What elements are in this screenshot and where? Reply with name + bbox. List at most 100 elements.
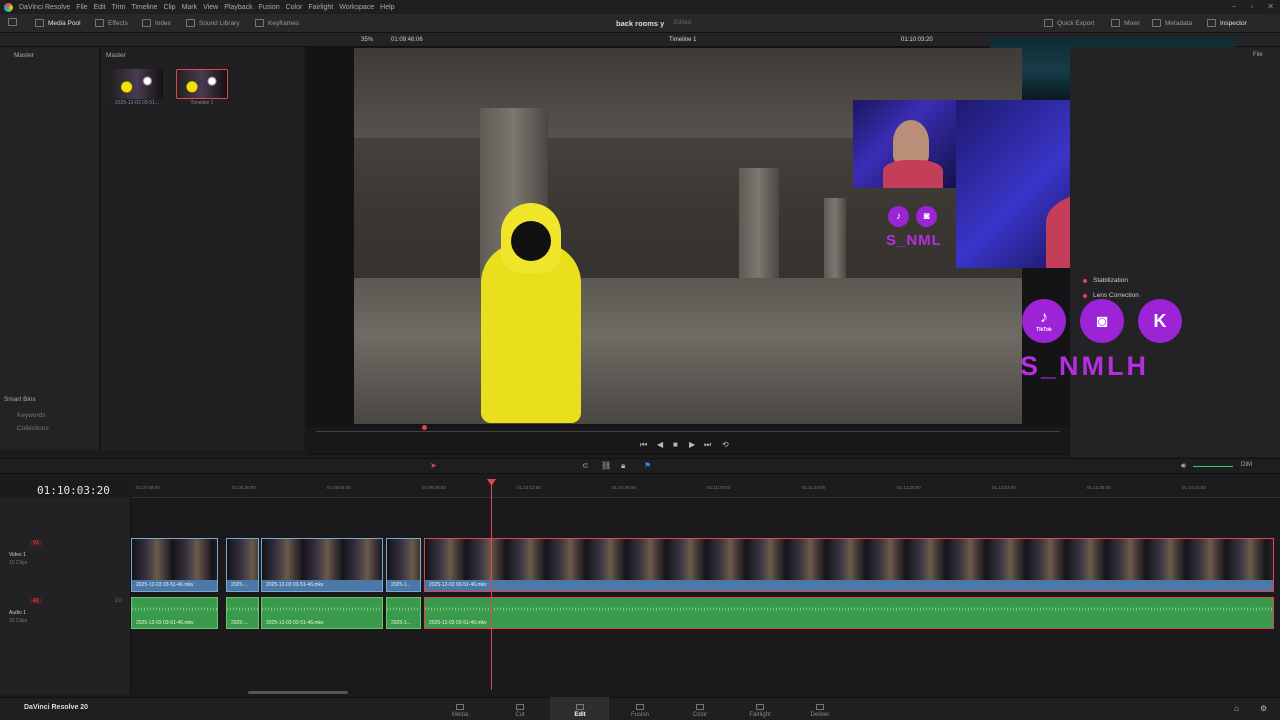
effects-label: Effects xyxy=(108,19,128,27)
volume-icon[interactable]: 🔊︎ xyxy=(1181,461,1186,471)
menu-trim[interactable]: Trim xyxy=(112,4,126,11)
timeline-lanes[interactable] xyxy=(131,498,1280,694)
close-icon[interactable]: ✕ xyxy=(1267,2,1274,11)
menu-mark[interactable]: Mark xyxy=(182,4,198,11)
menu-playback[interactable]: Playback xyxy=(224,4,252,11)
zoom-level[interactable]: 35% xyxy=(361,37,373,43)
menu-fusion[interactable]: Fusion xyxy=(259,4,280,11)
menu-help[interactable]: Help xyxy=(380,4,394,11)
ruler-tick: 01:09:04:00 xyxy=(327,485,351,490)
media-pool-button[interactable]: Media Pool xyxy=(35,19,81,27)
media-pool-icon xyxy=(35,19,44,27)
link-icon[interactable]: ⛓ xyxy=(601,461,611,470)
keyframes-button[interactable]: Keyframes xyxy=(255,19,299,27)
audio-clip[interactable]: 2025-12-03 03-51-46.mkv xyxy=(131,597,218,629)
video-clip[interactable]: 2025-12-03 03-51-46.mkv xyxy=(131,538,218,592)
effects-button[interactable]: Effects xyxy=(95,19,128,27)
collections-bin[interactable]: Collections xyxy=(17,425,49,432)
menu-view[interactable]: View xyxy=(203,4,218,11)
timeline-selector[interactable]: Timeline 1 xyxy=(669,37,696,43)
page-fusion[interactable]: Fusion xyxy=(620,704,660,718)
audio-track-clips: 15 Clips xyxy=(9,618,28,624)
audio-clip[interactable]: 2025-1... xyxy=(386,597,421,629)
timeline-playhead[interactable] xyxy=(491,480,492,690)
video-clip[interactable]: 2025-12-03 03-51-46.mkv xyxy=(424,538,1274,592)
master-bin[interactable]: Master xyxy=(14,52,34,59)
home-icon[interactable]: ⌂ xyxy=(1234,704,1239,713)
index-button[interactable]: Index xyxy=(142,19,171,27)
selection-tool-icon[interactable]: ➤ xyxy=(430,461,437,470)
loop-icon[interactable]: ⟲ xyxy=(722,440,729,449)
play-reverse-icon[interactable]: ◀ xyxy=(657,440,663,449)
project-title: back rooms y xyxy=(616,19,665,28)
keywords-bin[interactable]: Keywords xyxy=(17,412,46,419)
menu-fairlight[interactable]: Fairlight xyxy=(308,4,333,11)
scrub-bar[interactable] xyxy=(316,431,1060,432)
video-clip[interactable]: 2025-... xyxy=(226,538,259,592)
bins-panel xyxy=(0,47,100,450)
volume-slider[interactable] xyxy=(1193,466,1233,467)
metadata-button[interactable]: Metadata xyxy=(1152,19,1192,27)
sound-library-button[interactable]: Sound Library xyxy=(186,19,239,27)
index-icon xyxy=(142,19,151,27)
page-media[interactable]: Media xyxy=(440,704,480,718)
tiktok-icon: ♪ xyxy=(888,206,909,227)
mixer-button[interactable]: Mixer xyxy=(1111,19,1140,27)
audio-clip[interactable]: 2025-12-03 03-51-46.mkv xyxy=(261,597,383,629)
timeline-thumbnail[interactable] xyxy=(176,69,228,99)
go-to-start-icon[interactable]: ⏮ xyxy=(640,440,647,450)
v1-badge[interactable]: V1 xyxy=(30,540,43,546)
resolve-logo-icon xyxy=(4,2,13,12)
media-clip-thumbnail[interactable] xyxy=(111,69,163,99)
toggle-panel-icon[interactable] xyxy=(8,18,17,26)
settings-icon[interactable]: ⚙ xyxy=(1260,704,1267,713)
go-to-end-icon[interactable]: ⏭ xyxy=(704,440,711,450)
page-cut[interactable]: Cut xyxy=(500,704,540,718)
video-clip[interactable]: 2025-1... xyxy=(386,538,421,592)
menu-edit[interactable]: Edit xyxy=(94,4,106,11)
sound-library-icon xyxy=(186,19,195,27)
quick-export-button[interactable]: Quick Export xyxy=(1044,19,1094,27)
inspector-icon xyxy=(1207,19,1216,27)
cut-page-icon xyxy=(516,704,524,710)
keyframes-icon xyxy=(255,19,264,27)
lock-icon[interactable]: 🔒︎ xyxy=(621,461,625,471)
media-page-icon xyxy=(456,704,464,710)
ruler-tick: 01:13:02:00 xyxy=(992,485,1016,490)
inspector-button[interactable]: Inspector xyxy=(1207,19,1247,27)
ruler-tick: 01:09:38:00 xyxy=(422,485,446,490)
export-icon xyxy=(1044,19,1053,27)
play-icon[interactable]: ▶ xyxy=(689,440,695,449)
dim-button[interactable]: DIM xyxy=(1241,462,1252,468)
deliver-page-icon xyxy=(816,704,824,710)
menu-color[interactable]: Color xyxy=(286,4,303,11)
scrub-playhead[interactable] xyxy=(422,425,427,430)
menu-file[interactable]: File xyxy=(76,4,87,11)
stabilization-row[interactable]: Stabilization xyxy=(1083,277,1128,284)
timeline-scrollbar[interactable] xyxy=(248,691,348,694)
page-edit[interactable]: Edit xyxy=(560,704,600,718)
stabilization-label: Stabilization xyxy=(1093,277,1129,284)
audio-clip[interactable]: 2025-12-03 03-51-46.mkv xyxy=(424,597,1274,629)
menu-workspace[interactable]: Workspace xyxy=(339,4,374,11)
timeline-ruler[interactable]: 01:07:56:00 01:08:30:00 01:09:04:00 01:0… xyxy=(132,478,1280,498)
menu-timeline[interactable]: Timeline xyxy=(131,4,157,11)
flag-icon[interactable]: ⚑ xyxy=(644,461,651,470)
audio-clip[interactable]: 2025-... xyxy=(226,597,259,629)
page-deliver[interactable]: Deliver xyxy=(800,704,840,718)
video-clip[interactable]: 2025-12-03 03-51-46.mkv xyxy=(261,538,383,592)
hazmat-character xyxy=(461,203,601,423)
enabled-dot-icon xyxy=(1083,278,1087,283)
menu-clip[interactable]: Clip xyxy=(164,4,176,11)
tiktok-label: TikTok xyxy=(1036,327,1052,333)
a1-badge[interactable]: A1 xyxy=(30,598,43,604)
page-fairlight[interactable]: Fairlight xyxy=(740,704,780,718)
snap-icon[interactable]: ⊂ xyxy=(582,461,589,470)
minimize-icon[interactable]: − xyxy=(1232,2,1237,11)
lens-correction-row[interactable]: Lens Correction xyxy=(1083,292,1139,299)
stop-icon[interactable]: ■ xyxy=(673,440,678,449)
maximize-icon[interactable]: ▫ xyxy=(1250,2,1253,11)
color-page-icon xyxy=(696,704,704,710)
page-color[interactable]: Color xyxy=(680,704,720,718)
file-tab[interactable]: File xyxy=(1253,52,1263,58)
